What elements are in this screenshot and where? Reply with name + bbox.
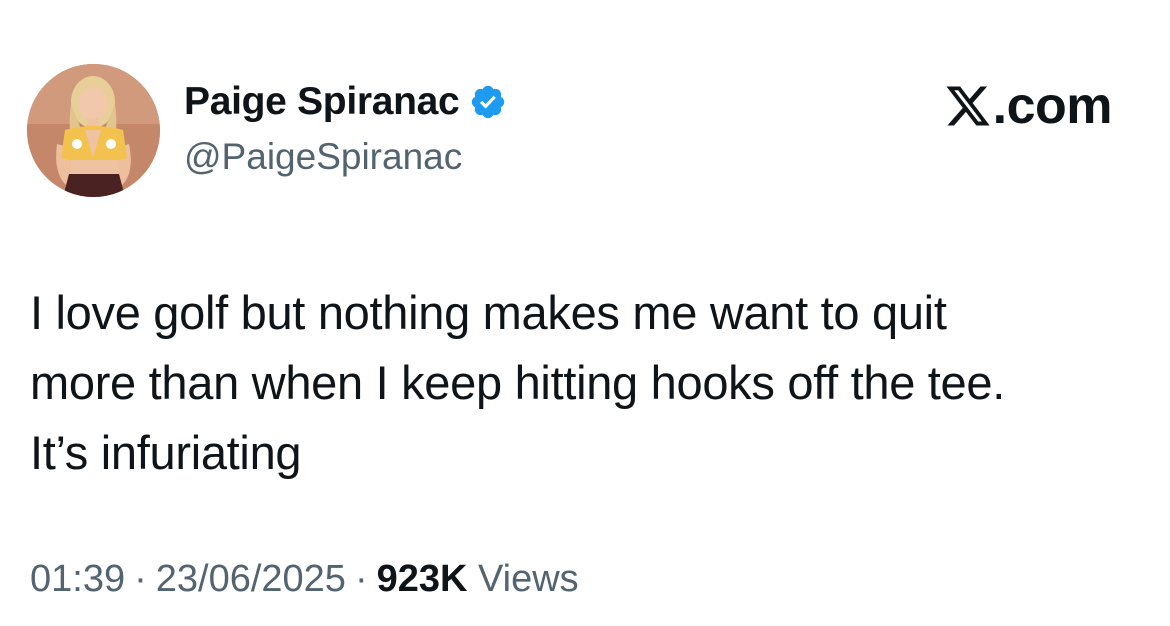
author-display-name[interactable]: Paige Spiranac [184, 80, 460, 124]
tweet-time[interactable]: 01:39 [30, 558, 125, 600]
author-name-row[interactable]: Paige Spiranac [184, 80, 507, 124]
views-count[interactable]: 923K [377, 558, 468, 600]
meta-separator: · [354, 558, 368, 600]
tweet-meta: 01:39 · 23/06/2025 · 923K Views [30, 558, 579, 601]
brand-watermark: .com [944, 76, 1113, 136]
meta-separator: · [134, 558, 147, 600]
tweet-text: I love golf but nothing makes me want to… [30, 286, 1005, 479]
brand-suffix: .com [992, 77, 1113, 135]
tweet-date[interactable]: 23/06/2025 [156, 558, 346, 600]
tweet-card: Paige Spiranac @PaigeSpiranac .com I lov… [0, 0, 1170, 626]
avatar[interactable] [27, 64, 160, 197]
profile-photo [27, 64, 160, 197]
views-label: Views [478, 558, 579, 600]
x-logo-icon [944, 82, 992, 130]
author-handle[interactable]: @PaigeSpiranac [184, 136, 462, 178]
verified-badge-icon [469, 83, 507, 121]
